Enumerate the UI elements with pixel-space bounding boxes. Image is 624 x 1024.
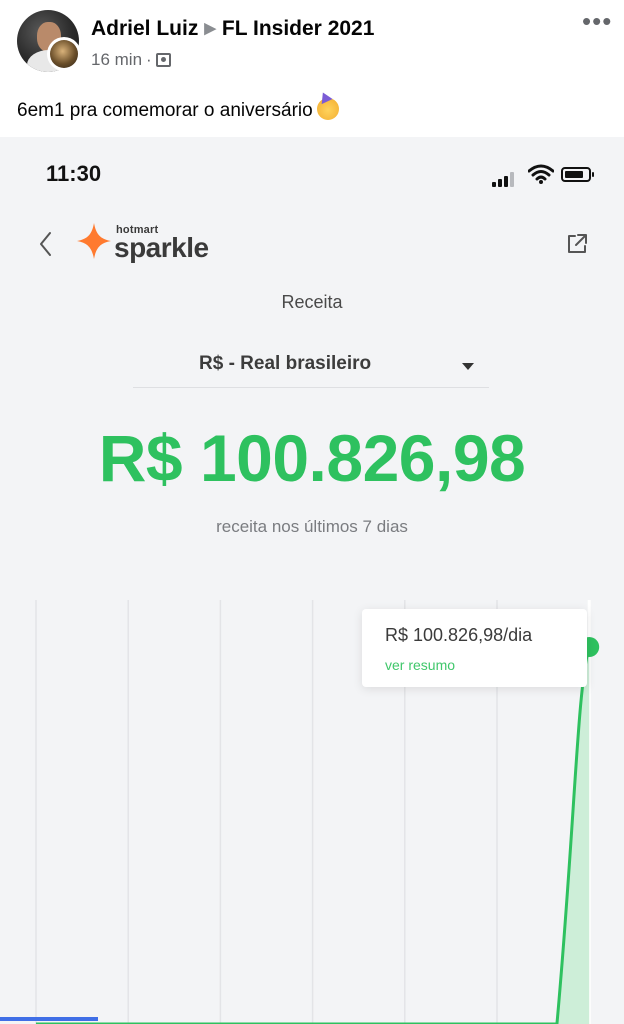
arrow-right-icon: ▶ (204, 20, 216, 37)
revenue-caption: receita nos últimos 7 dias (216, 517, 408, 536)
group-avatar-image (50, 40, 78, 68)
hotmart-logo-icon (77, 223, 111, 259)
external-link-icon[interactable] (565, 232, 589, 256)
post-header: Adriel Luiz ▶ FL Insider 2021 16 min · ••• … (0, 0, 624, 135)
author-name-link[interactable]: Adriel Luiz (91, 17, 198, 40)
revenue-amount: R$ 100.826,98 (98, 421, 526, 495)
post-meta: 16 min · (91, 50, 171, 70)
currency-selected-value: R$ - Real brasileiro (199, 353, 372, 374)
post-text: 6em1 pra comemorar o aniversário (17, 94, 339, 122)
more-options-icon[interactable]: ••• (582, 8, 612, 34)
post-image[interactable]: 11:30 hotmart sparkle Receita R$ - Real … (0, 137, 624, 1024)
currency-select[interactable]: R$ - Real brasileiro (133, 345, 489, 388)
post-text-content: 6em1 pra comemorar o aniversário (17, 100, 313, 121)
partying-face-emoji-icon (316, 98, 339, 120)
group-name-link[interactable]: FL Insider 2021 (222, 17, 375, 40)
post-timestamp[interactable]: 16 min (91, 50, 142, 69)
tooltip-value: R$ 100.826,98/dia (385, 625, 533, 645)
status-bar-time: 11:30 (46, 161, 102, 186)
group-audience-icon (155, 53, 171, 67)
battery-icon (561, 167, 594, 182)
brand-name: sparkle (114, 232, 209, 263)
section-title: Receita (281, 292, 343, 312)
cellular-signal-icon (492, 171, 522, 187)
chart-tooltip: R$ 100.826,98/dia ver resumo (362, 609, 587, 687)
back-chevron-icon[interactable] (36, 229, 56, 259)
view-summary-link[interactable]: ver resumo (385, 657, 455, 673)
post-author-line: Adriel Luiz ▶ FL Insider 2021 (91, 17, 374, 41)
tab-indicator (0, 1017, 98, 1021)
group-avatar[interactable] (47, 37, 81, 71)
chevron-down-icon (462, 363, 474, 370)
wifi-icon (528, 164, 554, 184)
meta-separator: · (146, 50, 152, 69)
